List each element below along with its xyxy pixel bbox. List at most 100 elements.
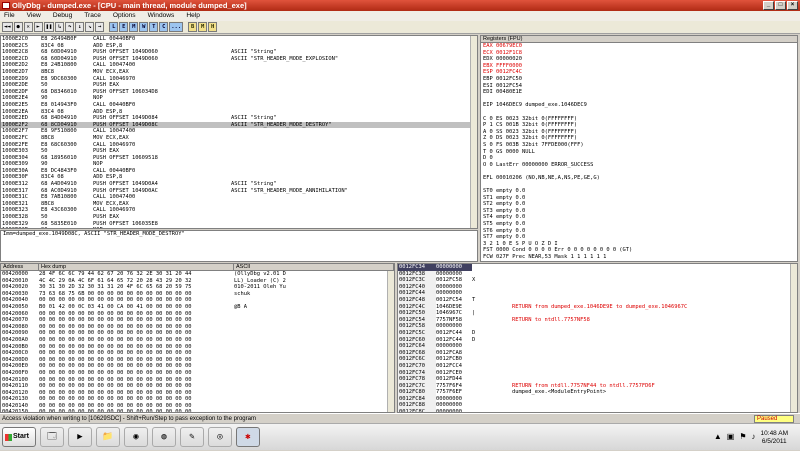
stack-row[interactable]: 0012FC58 00000000 xyxy=(398,323,797,330)
menu-help[interactable]: Help xyxy=(184,11,202,21)
disasm-row[interactable]: 1000E329 68 5835E010 PUSH OFFSET 106035E8 xyxy=(1,221,477,228)
disasm-row[interactable]: 1000E2F7 E8 9F510800 CALL 10047400 xyxy=(1,128,477,135)
register-line[interactable]: T 0 GS 0000 NULL xyxy=(481,149,797,156)
register-line[interactable] xyxy=(481,109,797,116)
chrome-icon[interactable]: ◎ xyxy=(208,427,232,447)
minimize-button[interactable]: _ xyxy=(763,1,774,10)
disasm-row[interactable]: 1000E317 68 AC0D4910 PUSH OFFSET 1049D0AC A… xyxy=(1,188,477,195)
dump-row[interactable]: 00420080 00 00 00 00 00 00 00 00 00 00 00… xyxy=(1,324,394,331)
start-button[interactable]: Start xyxy=(2,427,36,447)
register-line[interactable]: ST7 empty 0.0 xyxy=(481,234,797,241)
disasm-row[interactable]: 1000E304 68 18956010 PUSH OFFSET 10609518 xyxy=(1,155,477,162)
stack-row[interactable]: 0012FC44 00000000 xyxy=(398,290,797,297)
tray-up-arrow-icon[interactable]: ▲ xyxy=(714,433,722,441)
dump-row[interactable]: 004200F0 00 00 00 00 00 00 00 00 00 00 00… xyxy=(1,370,394,377)
close-button[interactable]: × xyxy=(787,1,798,10)
register-line[interactable]: C 0 ES 0023 32bit 0(FFFFFFFF) xyxy=(481,116,797,123)
register-line[interactable]: EBX FFFF0000 xyxy=(481,63,797,70)
stack-row[interactable]: 0012FC70 0012FCC4 xyxy=(398,362,797,370)
registers-header[interactable]: Registers (FPU) xyxy=(481,36,797,43)
toolbar-nav-button-6[interactable]: ↷ xyxy=(65,22,75,32)
menu-view[interactable]: View xyxy=(25,11,43,21)
dump-scrollbar[interactable] xyxy=(387,271,394,412)
stack-row[interactable]: 0012FC3C 0012FC58 X xyxy=(398,277,797,284)
toolbar-nav-button-2[interactable]: ✕ xyxy=(23,22,33,32)
toolbar-nav-button-4[interactable]: ❚❚ xyxy=(43,22,55,32)
media-player-icon[interactable]: ◉ xyxy=(124,427,148,447)
toolbar-nav-button-9[interactable]: → xyxy=(95,22,105,32)
menu-options[interactable]: Options xyxy=(111,11,138,21)
disasm-row[interactable]: 1000E32E90NOP xyxy=(1,227,477,228)
explorer-icon[interactable]: 🗔 xyxy=(40,427,64,447)
disasm-row[interactable]: 1000E2CD 68 60D04910 PUSH OFFSET 1049D060 A… xyxy=(1,56,477,63)
stack-row[interactable]: 0012FC78 0012FD44 xyxy=(398,376,797,383)
register-line[interactable]: EIP 1046DEC9 dumped_exe.1046DEC9 xyxy=(481,102,797,109)
register-line[interactable]: ST2 empty 0.0 xyxy=(481,201,797,208)
register-line[interactable]: ST5 empty 0.0 xyxy=(481,221,797,228)
disasm-row[interactable]: 1000E2C8 68 60D04910 PUSH OFFSET 1049D060 A… xyxy=(1,49,477,56)
disasm-row[interactable]: 1000E2ED 68 84D04910 PUSH OFFSET 1049D084 A… xyxy=(1,115,477,122)
toolbar-nav-button-3[interactable]: ► xyxy=(33,22,43,32)
disasm-row[interactable]: 1000E2C5 83C4 08 ADD ESP,8 xyxy=(1,43,477,50)
register-line[interactable]: ST0 empty 0.0 xyxy=(481,188,797,195)
dump-row[interactable]: 004200B0 00 00 00 00 00 00 00 00 00 00 00… xyxy=(1,344,394,351)
register-line[interactable]: A 0 SS 0023 32bit 0(FFFFFFFF) xyxy=(481,129,797,136)
disasm-row[interactable]: 1000E2EA 83C4 08 ADD ESP,8 xyxy=(1,109,477,116)
stack-row[interactable]: 0012FC4C 1046DE9E RETURN from dumped_exe.1… xyxy=(398,303,797,311)
stack-row[interactable]: 0012FC64 00000000 xyxy=(398,343,797,350)
toolbar-view-button-2[interactable]: M xyxy=(129,22,139,32)
dump-row[interactable]: 00420050 B0 01 42 00 0C 03 41 00 CA 00 41… xyxy=(1,304,394,311)
register-line[interactable]: Last cmd 0000:00000000 xyxy=(481,261,797,262)
stack-row[interactable]: 0012FC40 00000000 xyxy=(398,283,797,291)
memory-dump-pane[interactable]: Address Hex dump ASCII 00420000 28 4F 6C … xyxy=(0,263,395,413)
tray-volume-icon[interactable]: ♪ xyxy=(752,433,756,441)
disasm-row[interactable]: 1000E303 50 PUSH EAX xyxy=(1,148,477,155)
register-line[interactable]: EAX 00679EC0 xyxy=(481,43,797,50)
register-line[interactable]: ST4 empty 0.0 xyxy=(481,214,797,221)
register-line[interactable]: EDI 00480E1E xyxy=(481,89,797,96)
disasm-row[interactable]: 1000E2D2 E8 24B10800 CALL 10047400 xyxy=(1,62,477,69)
toolbar-nav-button-5[interactable]: ↳ xyxy=(55,22,65,32)
dump-row[interactable]: 00420130 00 00 00 00 00 00 00 00 00 00 00… xyxy=(1,396,394,403)
menu-debug[interactable]: Debug xyxy=(51,11,74,21)
register-line[interactable] xyxy=(481,168,797,175)
menu-file[interactable]: File xyxy=(2,11,17,21)
register-line[interactable]: D 0 xyxy=(481,155,797,162)
stack-row[interactable]: 0012FC48 0012FC54 T xyxy=(398,296,797,304)
dump-row[interactable]: 004200E0 00 00 00 00 00 00 00 00 00 00 00… xyxy=(1,363,394,370)
toolbar-nav-button-7[interactable]: ↓ xyxy=(75,22,85,32)
stack-row[interactable]: 0012FC84 00000000 xyxy=(398,395,797,403)
paint-icon[interactable]: ✎ xyxy=(180,427,204,447)
disasm-row[interactable]: 1000E2DF 68 D8346010 PUSH OFFSET 106034D8 xyxy=(1,89,477,96)
stack-row[interactable]: 0012FC88 00000000 xyxy=(398,402,797,410)
dump-row[interactable]: 00420120 00 00 00 00 00 00 00 00 00 00 00… xyxy=(1,390,394,397)
register-line[interactable]: ST6 empty 0.0 xyxy=(481,228,797,235)
folder-icon[interactable]: 📁 xyxy=(96,427,120,447)
toolbar-view-button-4[interactable]: T xyxy=(149,22,159,32)
disasm-row[interactable]: 1000E2F2 68 8CD04910 PUSH OFFSET 1049D08C A… xyxy=(1,121,477,129)
stack-row[interactable]: 0012FC80 7757F6EF dumped_exe.<ModuleEntryP… xyxy=(398,389,797,396)
toolbar-nav-button-0[interactable]: ◄◄ xyxy=(2,22,13,32)
clock[interactable]: 10:48 AM 6/5/2011 xyxy=(761,430,788,446)
dump-row[interactable]: 00420000 28 4F 6C 6C 79 44 62 67 20 76 32… xyxy=(1,271,394,278)
stack-row[interactable]: 0012FC34 00000000 xyxy=(398,264,797,271)
disasm-row[interactable]: 1000E309 90 NOP xyxy=(1,161,477,168)
toolbar-view-button-5[interactable]: C xyxy=(159,22,169,32)
toolbar-nav-button-8[interactable]: ↘ xyxy=(85,22,95,32)
register-line[interactable]: ECX 0012F1C8 xyxy=(481,50,797,57)
title-bar[interactable]: OllyDbg - dumped.exe - [CPU - main threa… xyxy=(0,0,800,11)
register-line[interactable]: S 0 FS 003B 32bit 7FFDE000(FFF) xyxy=(481,142,797,149)
stack-row[interactable]: 0012FC5C 0012FC44 D xyxy=(398,329,797,337)
disasm-row[interactable]: 1000E2FE E8 68C60300 CALL 10046970 xyxy=(1,142,477,149)
toolbar-tail-button-1[interactable]: M xyxy=(198,22,208,32)
register-line[interactable]: ST1 empty 0.0 xyxy=(481,195,797,202)
dump-row[interactable]: 00420140 00 00 00 00 00 00 00 00 00 00 00… xyxy=(1,403,394,410)
register-line[interactable]: ESP 0012FC4C xyxy=(481,69,797,76)
stack-row[interactable]: 0012FC50 1046967C | xyxy=(398,310,797,317)
dump-header-ascii[interactable]: ASCII xyxy=(234,264,394,270)
dump-header-address[interactable]: Address xyxy=(1,264,39,270)
media-icon[interactable]: ▶ xyxy=(68,427,92,447)
firefox-icon[interactable]: ◍ xyxy=(152,427,176,447)
dump-row[interactable]: 004200A0 00 00 00 00 00 00 00 00 00 00 00… xyxy=(1,337,394,344)
disasm-row[interactable]: 1000E30A E8 DC4843F0 CALL 00440BF0 xyxy=(1,168,477,175)
